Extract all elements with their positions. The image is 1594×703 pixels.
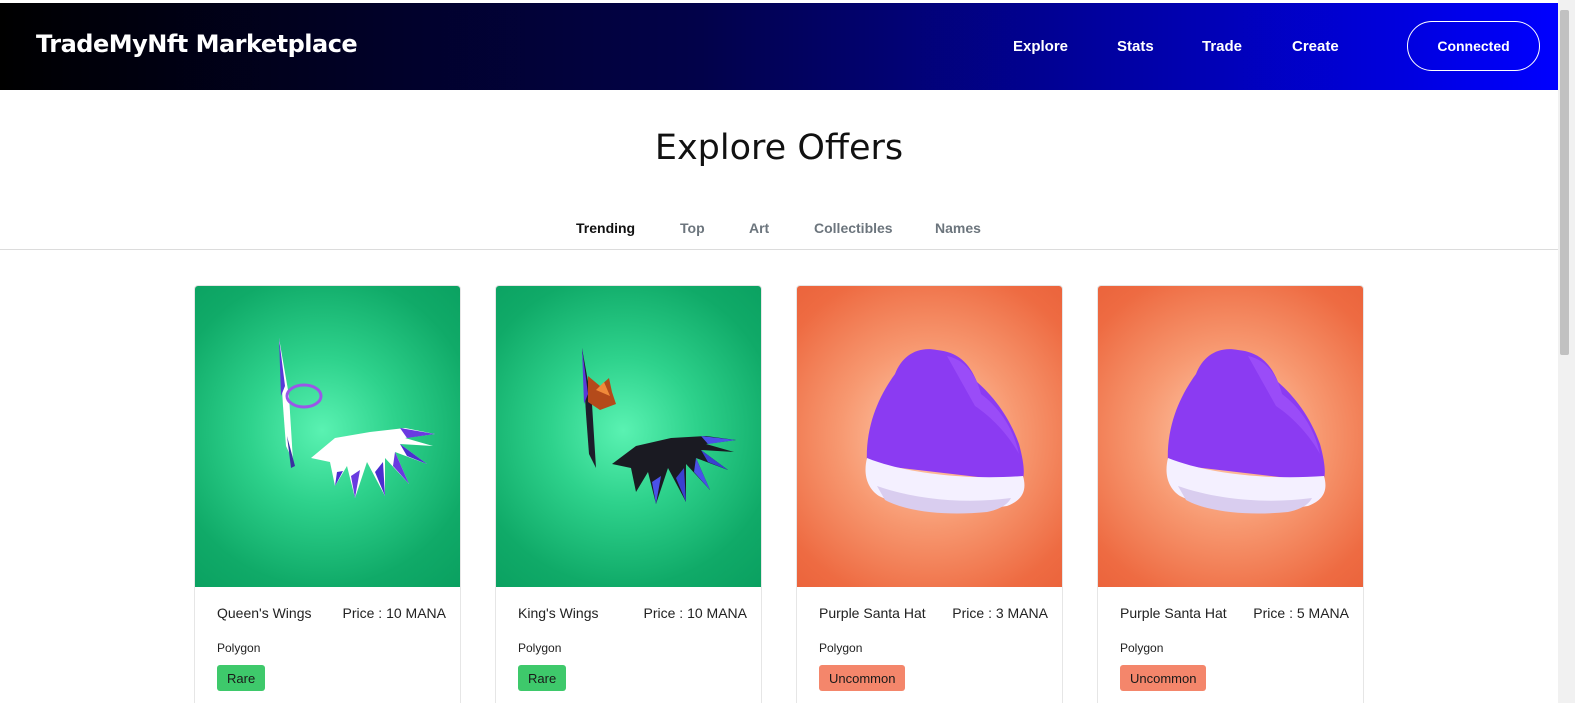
connect-wallet-button[interactable]: Connected [1407, 21, 1540, 71]
nft-card[interactable]: Purple Santa Hat Price : 5 MANA Polygon … [1097, 285, 1364, 703]
purple-hat-icon [865, 349, 1025, 514]
rarity-badge: Uncommon [1120, 665, 1207, 691]
rarity-badge: Rare [217, 665, 266, 691]
nft-chain: Polygon [217, 641, 261, 655]
wings-black-icon [582, 348, 736, 504]
nav-stats[interactable]: Stats [1117, 38, 1154, 55]
tab-names[interactable]: Names [935, 220, 981, 236]
wings-white-icon [279, 338, 435, 498]
nft-price: Price : 10 MANA [643, 605, 747, 621]
nft-name: King's Wings [518, 605, 599, 621]
brand-logo[interactable]: TradeMyNft Marketplace [36, 30, 358, 58]
nft-price: Price : 3 MANA [952, 605, 1048, 621]
category-tabs: Trending Top Art Collectibles Names [0, 218, 1558, 250]
page-title: Explore Offers [654, 128, 904, 168]
nft-price: Price : 10 MANA [342, 605, 446, 621]
tab-top[interactable]: Top [680, 220, 705, 236]
nft-name: Queen's Wings [217, 605, 312, 621]
nft-image[interactable] [1098, 286, 1363, 587]
page-scrollbar[interactable] [1558, 0, 1575, 703]
nft-name: Purple Santa Hat [1120, 605, 1227, 621]
scrollbar-thumb[interactable] [1560, 10, 1569, 355]
nft-card[interactable]: King's Wings Price : 10 MANA Polygon Rar… [495, 285, 762, 703]
nft-card[interactable]: Purple Santa Hat Price : 3 MANA Polygon … [796, 285, 1063, 703]
nft-image[interactable] [496, 286, 761, 587]
nav-create[interactable]: Create [1292, 38, 1339, 55]
nav-trade[interactable]: Trade [1202, 38, 1242, 55]
nft-name: Purple Santa Hat [819, 605, 926, 621]
tab-collectibles[interactable]: Collectibles [814, 220, 893, 236]
tab-trending[interactable]: Trending [576, 220, 635, 236]
nft-price: Price : 5 MANA [1253, 605, 1349, 621]
tab-art[interactable]: Art [749, 220, 769, 236]
nft-image[interactable] [195, 286, 460, 587]
purple-hat-icon [1166, 349, 1326, 514]
rarity-badge: Rare [518, 665, 567, 691]
navbar: TradeMyNft Marketplace Explore Stats Tra… [0, 3, 1558, 90]
nft-chain: Polygon [819, 641, 863, 655]
nav-explore[interactable]: Explore [1013, 38, 1068, 55]
nft-image[interactable] [797, 286, 1062, 587]
nft-chain: Polygon [1120, 641, 1164, 655]
rarity-badge: Uncommon [819, 665, 906, 691]
nft-chain: Polygon [518, 641, 562, 655]
nft-card[interactable]: Queen's Wings Price : 10 MANA Polygon Ra… [194, 285, 461, 703]
